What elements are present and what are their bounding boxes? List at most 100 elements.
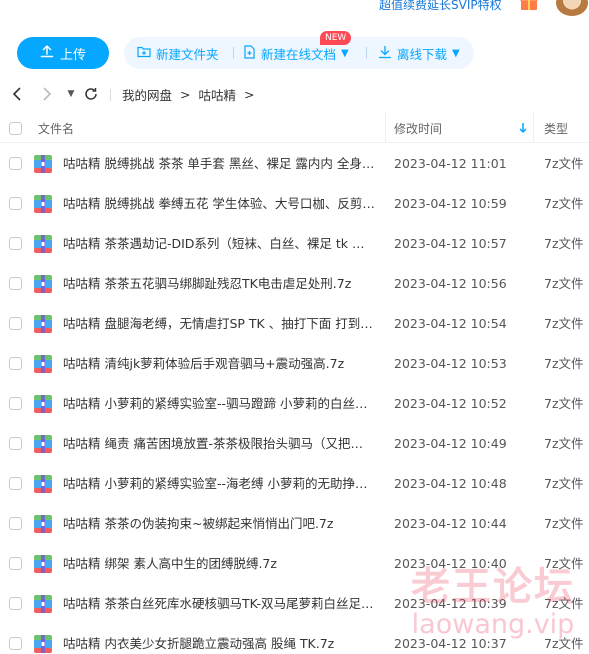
file-type: 7z文件	[544, 276, 584, 291]
sort-desc-icon[interactable]	[518, 113, 528, 143]
table-row[interactable]: 咕咕精 绳责 痛苦困境放置-茶茶极限抬头驷马（又把小萝... 2023-04-12…	[0, 424, 589, 464]
column-header-filename[interactable]: 文件名	[38, 113, 74, 143]
file-name[interactable]: 咕咕精 小萝莉的紧缚实验室--驷马蹬蹄 小萝莉的白丝嫩...	[63, 384, 375, 424]
file-type: 7z文件	[544, 436, 584, 451]
file-modified-time: 2023-04-12 10:37	[394, 636, 507, 651]
file-modified-time: 2023-04-12 10:54	[394, 316, 507, 331]
upload-button[interactable]: 上传	[17, 37, 109, 69]
breadcrumb-root[interactable]: 我的网盘	[122, 85, 172, 104]
table-row[interactable]: 咕咕精 茶茶の伪装拘束~被绑起来悄悄出门吧.7z 2023-04-12 10:44…	[0, 504, 589, 544]
file-type: 7z文件	[544, 476, 584, 491]
nav-divider	[110, 89, 111, 101]
row-checkbox[interactable]	[9, 557, 22, 570]
row-checkbox[interactable]	[9, 157, 22, 170]
file-modified-time: 2023-04-12 10:57	[394, 236, 507, 251]
breadcrumb-current[interactable]: 咕咕精	[199, 85, 237, 104]
row-checkbox[interactable]	[9, 437, 22, 450]
file-type: 7z文件	[544, 356, 584, 371]
file-name[interactable]: 咕咕精 清纯jk萝莉体验后手观音驷马+震动强高.7z	[63, 344, 375, 384]
new-folder-button[interactable]: 新建文件夹	[137, 37, 219, 69]
table-row[interactable]: 咕咕精 绑架 素人高中生的团缚脱缚.7z 2023-04-12 10:40 7z文件	[0, 544, 589, 584]
offline-download-button[interactable]: 离线下载 ▼	[378, 37, 460, 69]
file-name[interactable]: 咕咕精 茶茶五花驷马绑脚趾残忍TK电击虐足处刑.7z	[63, 264, 375, 304]
forward-arrow-icon[interactable]	[39, 84, 55, 104]
file-modified-time: 2023-04-12 10:56	[394, 276, 507, 291]
file-name[interactable]: 咕咕精 绑架 素人高中生的团缚脱缚.7z	[63, 544, 375, 584]
select-all-checkbox[interactable]	[9, 113, 22, 143]
row-checkbox[interactable]	[9, 517, 22, 530]
row-checkbox[interactable]	[9, 237, 22, 250]
user-avatar[interactable]	[556, 0, 588, 16]
row-checkbox[interactable]	[9, 197, 22, 210]
7z-archive-icon	[33, 354, 53, 374]
column-header-modified[interactable]: 修改时间	[394, 113, 442, 143]
file-name[interactable]: 咕咕精 内衣美少女折腿跪立震动强高 股绳 TK.7z	[63, 624, 375, 654]
file-type: 7z文件	[544, 556, 584, 571]
breadcrumb: 我的网盘 > 咕咕精 >	[122, 84, 255, 104]
file-name[interactable]: 咕咕精 绳责 痛苦困境放置-茶茶极限抬头驷马（又把小萝...	[63, 424, 375, 464]
file-name[interactable]: 咕咕精 盘腿海老缚，无情虐打SP TK 、抽打下面 打到哭...	[63, 304, 375, 344]
file-type: 7z文件	[544, 636, 584, 651]
file-name[interactable]: 咕咕精 茶茶白丝死库水硬核驷马TK-双马尾萝莉白丝足底...	[63, 584, 375, 624]
file-name[interactable]: 咕咕精 茶茶遇劫记-DID系列（短袜、白丝、裸足 tk 电击...	[63, 224, 375, 264]
file-name[interactable]: 咕咕精 小萝莉的紧缚实验室--海老缚 小萝莉的无助挣扎 ...	[63, 464, 375, 504]
file-modified-time: 2023-04-12 10:52	[394, 396, 507, 411]
file-modified-time: 2023-04-12 10:53	[394, 356, 507, 371]
7z-archive-icon	[33, 554, 53, 574]
7z-archive-icon	[33, 634, 53, 654]
row-checkbox[interactable]	[9, 277, 22, 290]
table-row[interactable]: 咕咕精 脱缚挑战 拳缚五花 学生体验、大号口枷、反剪双... 2023-04-12…	[0, 184, 589, 224]
table-row[interactable]: 咕咕精 盘腿海老缚，无情虐打SP TK 、抽打下面 打到哭... 2023-04-…	[0, 304, 589, 344]
7z-archive-icon	[33, 194, 53, 214]
column-divider	[533, 113, 534, 143]
history-dropdown-icon[interactable]: ▼	[65, 84, 77, 104]
file-type: 7z文件	[544, 156, 584, 171]
nav-bar: ▼ 我的网盘 > 咕咕精 >	[0, 80, 589, 108]
table-row[interactable]: 咕咕精 小萝莉的紧缚实验室--海老缚 小萝莉的无助挣扎 ... 2023-04-1…	[0, 464, 589, 504]
file-type: 7z文件	[544, 516, 584, 531]
upload-icon	[40, 44, 54, 62]
file-type: 7z文件	[544, 196, 584, 211]
file-type: 7z文件	[544, 596, 584, 611]
file-name[interactable]: 咕咕精 茶茶の伪装拘束~被绑起来悄悄出门吧.7z	[63, 504, 375, 544]
table-row[interactable]: 咕咕精 脱缚挑战 茶茶 单手套 黑丝、裸足 露内内 全身爱... 2023-04-…	[0, 144, 589, 184]
row-checkbox[interactable]	[9, 477, 22, 490]
row-checkbox[interactable]	[9, 357, 22, 370]
gift-icon[interactable]	[520, 0, 538, 10]
7z-archive-icon	[33, 394, 53, 414]
file-table-header: 文件名 修改时间 类型	[0, 113, 589, 143]
row-checkbox[interactable]	[9, 597, 22, 610]
table-row[interactable]: 咕咕精 内衣美少女折腿跪立震动强高 股绳 TK.7z 2023-04-12 10:…	[0, 624, 589, 654]
top-bar: 超值续费延长SVIP特权	[0, 0, 589, 20]
file-name[interactable]: 咕咕精 脱缚挑战 拳缚五花 学生体验、大号口枷、反剪双...	[63, 184, 375, 224]
column-divider	[385, 113, 386, 143]
table-row[interactable]: 咕咕精 小萝莉的紧缚实验室--驷马蹬蹄 小萝莉的白丝嫩... 2023-04-12…	[0, 384, 589, 424]
back-arrow-icon[interactable]	[9, 84, 25, 104]
download-icon	[378, 45, 392, 62]
svip-promo-link[interactable]: 超值续费延长SVIP特权	[379, 0, 502, 13]
tool-group: 新建文件夹 新建在线文档 ▼ 离线下载 ▼	[124, 37, 474, 69]
table-row[interactable]: 咕咕精 茶茶白丝死库水硬核驷马TK-双马尾萝莉白丝足底... 2023-04-12…	[0, 584, 589, 624]
refresh-icon[interactable]	[83, 84, 99, 104]
file-modified-time: 2023-04-12 10:40	[394, 556, 507, 571]
row-checkbox[interactable]	[9, 397, 22, 410]
column-header-type[interactable]: 类型	[544, 113, 568, 143]
caret-down-icon: ▼	[341, 47, 349, 59]
file-modified-time: 2023-04-12 10:48	[394, 476, 507, 491]
table-row[interactable]: 咕咕精 茶茶遇劫记-DID系列（短袜、白丝、裸足 tk 电击... 2023-04…	[0, 224, 589, 264]
upload-label: 上传	[59, 47, 86, 63]
toolbar-divider	[233, 47, 234, 59]
row-checkbox[interactable]	[9, 637, 22, 650]
new-folder-label: 新建文件夹	[156, 46, 219, 62]
7z-archive-icon	[33, 234, 53, 254]
table-row[interactable]: 咕咕精 茶茶五花驷马绑脚趾残忍TK电击虐足处刑.7z 2023-04-12 10:…	[0, 264, 589, 304]
doc-plus-icon	[243, 44, 256, 62]
toolbar: 上传 新建文件夹 新建在线文档 ▼ 离线下载 ▼	[0, 32, 589, 72]
file-type: 7z文件	[544, 236, 584, 251]
new-online-doc-label: 新建在线文档	[261, 46, 337, 62]
table-row[interactable]: 咕咕精 清纯jk萝莉体验后手观音驷马+震动强高.7z 2023-04-12 10:…	[0, 344, 589, 384]
file-modified-time: 2023-04-12 10:59	[394, 196, 507, 211]
file-modified-time: 2023-04-12 10:44	[394, 516, 507, 531]
file-name[interactable]: 咕咕精 脱缚挑战 茶茶 单手套 黑丝、裸足 露内内 全身爱...	[63, 144, 375, 184]
row-checkbox[interactable]	[9, 317, 22, 330]
